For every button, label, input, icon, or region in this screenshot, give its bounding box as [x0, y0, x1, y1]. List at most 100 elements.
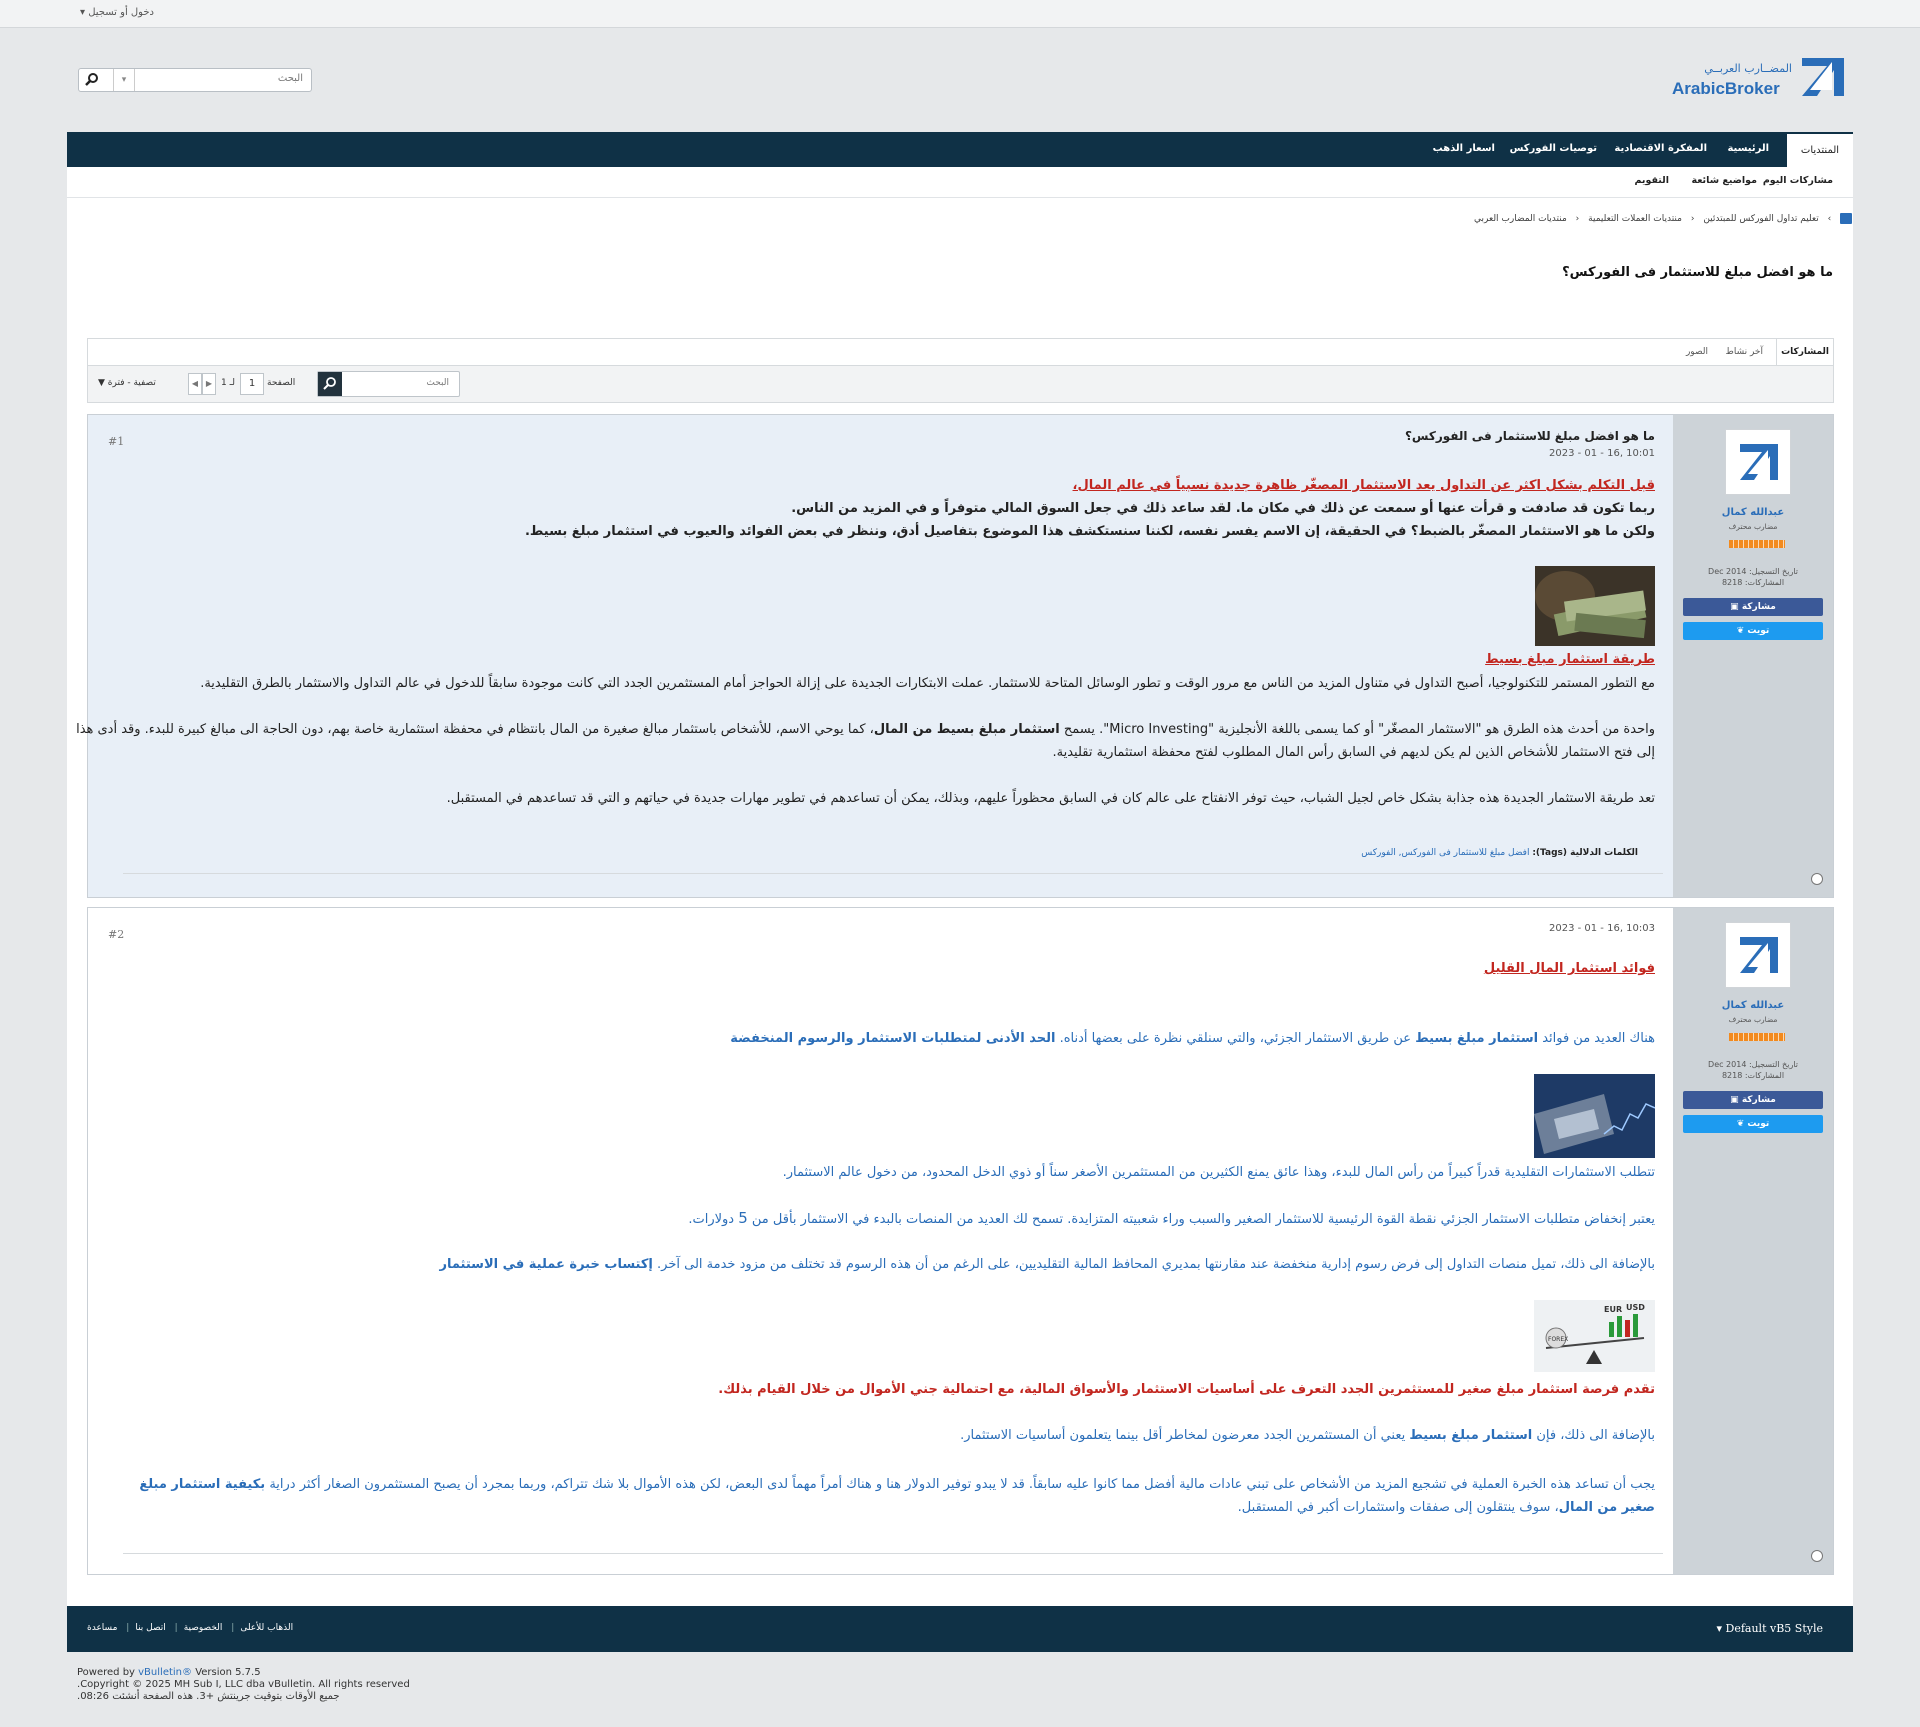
- reputation-bar: [1729, 1033, 1785, 1041]
- top-bar: [0, 0, 1920, 28]
- sub-nav: مشاركات اليوم مواضيع شائعة التقويم: [67, 167, 1853, 198]
- thread-tabs: المشاركات آخر نشاط الصور: [87, 338, 1834, 366]
- divider: [123, 873, 1663, 874]
- nav-item-economic-calendar[interactable]: المفكرة الاقتصادية: [1614, 143, 1707, 154]
- page-title: ما هو افضل مبلغ للاستثمار فى الفوركس؟: [1562, 265, 1833, 280]
- reputation-bar: [1729, 540, 1785, 548]
- post-body: #1 ما هو افضل مبلغ للاستثمار فى الفوركس؟…: [76, 415, 1673, 897]
- paragraph: تعد طريقة الاستثمار الجديدة هذه جذابة بش…: [446, 791, 1655, 806]
- site-logo[interactable]: ArabicBroker المضــارب العربــي: [1672, 56, 1844, 102]
- post-body: #2 2023 - 01 - 16, 10:03 فوائد استثمار ا…: [88, 908, 1673, 1574]
- nav-item-forex-signals[interactable]: توصيات الفوركس: [1510, 143, 1597, 154]
- facebook-icon: ▣: [1730, 1095, 1739, 1105]
- login-register-link[interactable]: ▾ دخول أو تسجيل: [80, 7, 154, 18]
- filter-dropdown[interactable]: ▼ تصفية - فترة: [98, 378, 156, 388]
- footer-link-help[interactable]: مساعدة: [87, 1623, 117, 1633]
- paragraph: تقدم فرصة استثمار مبلغ صغير للمستثمرين ا…: [718, 1382, 1655, 1397]
- copyright-text: Copyright © 2025 MH Sub I, LLC dba vBull…: [77, 1679, 410, 1690]
- page-input[interactable]: 1: [240, 373, 264, 395]
- post-author-panel: عبدالله كمال مضارب محترف تاريخ التسجيل: …: [1673, 415, 1833, 897]
- svg-text:المضــارب العربــي: المضــارب العربــي: [1704, 62, 1792, 75]
- subnav-calendar[interactable]: التقويم: [1634, 175, 1669, 186]
- thread-toolbar: ▼ تصفية - فترة ◀ ▶ لـ 1 1 الصفحة البحث: [87, 365, 1834, 403]
- tweet-button[interactable]: ❦ تويت: [1683, 622, 1823, 640]
- site-search[interactable]: البحث ▾: [78, 68, 312, 92]
- prev-page-button[interactable]: ◀: [188, 373, 202, 395]
- join-date: تاريخ التسجيل: Dec 2014: [1708, 567, 1798, 576]
- avatar[interactable]: [1725, 922, 1791, 988]
- paragraph: بالإضافة الى ذلك، تميل منصات التداول إلى…: [439, 1257, 1655, 1272]
- tag-links[interactable]: افضل مبلغ للاستثمار فى الفوركس, الفوركس: [1361, 848, 1529, 858]
- paragraph: بالإضافة الى ذلك، فإن استثمار مبلغ بسيط …: [960, 1428, 1655, 1443]
- footer-link-contact[interactable]: اتصل بنا: [135, 1623, 165, 1633]
- tab-latest-activity[interactable]: آخر نشاط: [1726, 347, 1764, 357]
- money-image: [1535, 566, 1655, 646]
- post-options-icon[interactable]: [1811, 873, 1823, 885]
- post-title: ما هو افضل مبلغ للاستثمار فى الفوركس؟: [1404, 429, 1655, 443]
- vbulletin-link[interactable]: vBulletin®: [138, 1667, 192, 1678]
- facebook-share-button[interactable]: ▣ مشاركة: [1683, 598, 1823, 616]
- next-page-button[interactable]: ▶: [202, 373, 216, 395]
- thread-search-input[interactable]: البحث: [426, 378, 449, 388]
- powered-by: Powered by vBulletin® Version 5.7.5: [77, 1667, 261, 1678]
- footer-link-top[interactable]: الذهاب للأعلى: [240, 1623, 293, 1633]
- search-icon[interactable]: [85, 72, 99, 89]
- post-options-icon[interactable]: [1811, 1550, 1823, 1562]
- page-label: الصفحة: [267, 378, 296, 388]
- logo-graphic: ArabicBroker المضــارب العربــي: [1672, 58, 1844, 98]
- thread-search[interactable]: البحث: [317, 371, 460, 397]
- style-selector[interactable]: ▾ Default vB5 Style: [1716, 1622, 1823, 1635]
- svg-text:USD: USD: [1626, 1303, 1645, 1312]
- tab-photos[interactable]: الصور: [1686, 347, 1708, 357]
- facebook-icon: ▣: [1730, 602, 1739, 612]
- subnav-todays-posts[interactable]: مشاركات اليوم: [1763, 175, 1833, 186]
- home-icon[interactable]: [1840, 213, 1853, 224]
- footer-links: الذهاب للأعلى| الخصوصية| اتصل بنا| مساعد…: [87, 1623, 294, 1633]
- svg-text:EUR: EUR: [1604, 1305, 1622, 1314]
- paragraph: واحدة من أحدث هذه الطرق هو "الاستثمار ال…: [76, 722, 1655, 737]
- join-date: تاريخ التسجيل: Dec 2014: [1708, 1060, 1798, 1069]
- post-number[interactable]: #2: [108, 928, 124, 941]
- login-label[interactable]: دخول أو تسجيل: [88, 7, 154, 18]
- breadcrumb: تعليم تداول الفوركس للمبتدئين ‹ منتديات …: [1474, 213, 1853, 224]
- intro-text: قبل التكلم بشكل اكثر عن التداول يعد الاس…: [1072, 478, 1655, 493]
- nav-item-gold-prices[interactable]: اسعار الذهب: [1433, 143, 1495, 154]
- nav-item-home[interactable]: الرئيسية: [1727, 143, 1769, 154]
- breadcrumb-item[interactable]: منتديات المضارب العربي: [1474, 214, 1567, 224]
- filter-label[interactable]: تصفية - فترة: [108, 378, 156, 388]
- author-name[interactable]: عبدالله كمال: [1673, 1000, 1833, 1011]
- author-name[interactable]: عبدالله كمال: [1673, 507, 1833, 518]
- search-icon[interactable]: [318, 372, 342, 396]
- main-nav: المنتديات الرئيسية المفكرة الاقتصادية تو…: [67, 132, 1853, 167]
- paragraph: مع التطور المستمر للتكنولوجيا، أصبح التد…: [200, 676, 1655, 691]
- footer: الذهاب للأعلى| الخصوصية| اتصل بنا| مساعد…: [67, 1606, 1853, 1652]
- time-note: جميع الأوقات بتوقيت جرينتش +3. هذه الصفح…: [77, 1691, 340, 1702]
- post-number[interactable]: #1: [108, 435, 124, 448]
- breadcrumb-item[interactable]: منتديات العملات التعليمية: [1588, 214, 1682, 224]
- page-count: لـ 1: [221, 378, 235, 388]
- svg-text:ArabicBroker: ArabicBroker: [1672, 79, 1780, 98]
- paragraph: يجب أن تساعد هذه الخبرة العملية في تشجيع…: [139, 1477, 1655, 1515]
- twitter-icon: ❦: [1736, 1119, 1745, 1129]
- paragraph: تتطلب الاستثمارات التقليدية قدراً كبيراً…: [782, 1165, 1655, 1180]
- post-tags: الكلمات الدلالية (Tags): افضل مبلغ للاست…: [1361, 848, 1638, 858]
- twitter-icon: ❦: [1736, 626, 1745, 636]
- subnav-trending[interactable]: مواضيع شائعة: [1691, 175, 1757, 186]
- tab-posts[interactable]: المشاركات: [1776, 339, 1833, 366]
- search-input[interactable]: البحث: [278, 73, 303, 84]
- author-rank: مضارب محترف: [1728, 522, 1778, 531]
- avatar[interactable]: [1725, 429, 1791, 495]
- paragraph: ربما تكون قد صادفت و قرأت عنها أو سمعت ع…: [791, 501, 1655, 516]
- section-heading: طريقة استثمار مبلغ بسيط: [1485, 652, 1655, 667]
- svg-text:FOREX: FOREX: [1548, 1336, 1568, 1343]
- tags-label: الكلمات الدلالية (Tags):: [1532, 848, 1638, 858]
- paragraph: إلى فتح الاستثمار للأشخاص الذين لم يكن ل…: [1052, 745, 1656, 760]
- tweet-button[interactable]: ❦ تويت: [1683, 1115, 1823, 1133]
- post-2: عبدالله كمال مضارب محترف تاريخ التسجيل: …: [87, 907, 1834, 1575]
- post-date: 2023 - 01 - 16, 10:03: [1548, 923, 1655, 934]
- breadcrumb-item[interactable]: تعليم تداول الفوركس للمبتدئين: [1703, 214, 1818, 224]
- footer-link-privacy[interactable]: الخصوصية: [184, 1623, 223, 1633]
- search-options-dropdown[interactable]: ▾: [113, 69, 135, 91]
- nav-item-forums[interactable]: المنتديات: [1787, 134, 1853, 167]
- facebook-share-button[interactable]: ▣ مشاركة: [1683, 1091, 1823, 1109]
